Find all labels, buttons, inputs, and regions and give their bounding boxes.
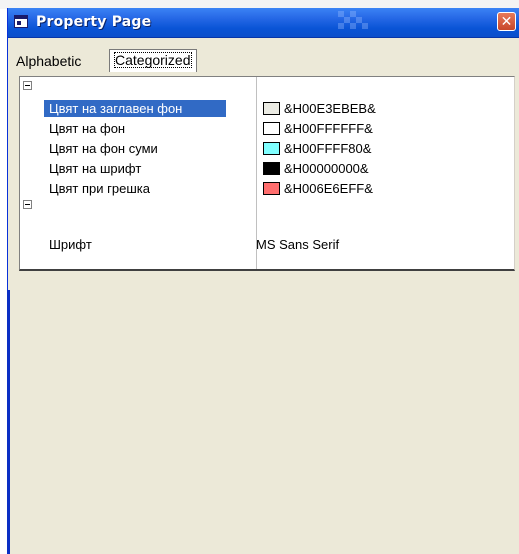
property-name: Цвят на шрифт bbox=[49, 161, 142, 176]
collapse-icon[interactable] bbox=[23, 200, 32, 209]
collapse-icon[interactable] bbox=[23, 81, 32, 90]
category-row-colors bbox=[20, 79, 514, 95]
tab-categorized-label: Categorized bbox=[114, 52, 192, 68]
property-row[interactable]: Цвят на шрифт &H00000000& bbox=[20, 159, 514, 177]
property-value[interactable]: &H00FFFFFF& bbox=[263, 120, 373, 137]
property-row-font[interactable]: Шрифт MS Sans Serif bbox=[20, 235, 514, 253]
title-bar-pattern bbox=[338, 11, 368, 29]
property-name: Цвят при грешка bbox=[49, 181, 150, 196]
color-swatch bbox=[263, 122, 280, 135]
close-button[interactable]: ✕ bbox=[497, 12, 516, 31]
property-value-text: &H00000000& bbox=[284, 161, 369, 176]
property-value[interactable]: &H00000000& bbox=[263, 160, 369, 177]
property-value-text: &H00E3EBEB& bbox=[284, 101, 376, 116]
property-name: Цвят на фон суми bbox=[49, 141, 158, 156]
property-value[interactable]: &H00E3EBEB& bbox=[263, 100, 376, 117]
category-row-font bbox=[20, 198, 514, 214]
tab-categorized[interactable]: Categorized bbox=[109, 49, 197, 72]
property-value-text: MS Sans Serif bbox=[256, 237, 340, 252]
color-swatch bbox=[263, 182, 280, 195]
close-icon: ✕ bbox=[500, 14, 513, 30]
property-page-icon bbox=[14, 15, 28, 28]
title-bar[interactable]: Property Page ✕ bbox=[8, 8, 519, 38]
tab-alphabetic[interactable]: Alphabetic bbox=[16, 51, 81, 71]
color-swatch bbox=[263, 102, 280, 115]
property-row[interactable]: Цвят на фон &H00FFFFFF& bbox=[20, 119, 514, 137]
property-row[interactable]: Цвят на фон суми &H00FFFF80& bbox=[20, 139, 514, 157]
property-grid: Цвят на заглавен фон &H00E3EBEB& Цвят на… bbox=[19, 76, 515, 271]
property-row[interactable]: Цвят при грешка &H006E6EFF& bbox=[20, 179, 514, 197]
property-page-window: Property Page ✕ Alphabetic Categorized Ц… bbox=[7, 8, 519, 554]
color-swatch bbox=[263, 142, 280, 155]
property-name: Цвят на заглавен фон bbox=[44, 100, 226, 117]
window-title: Property Page bbox=[36, 14, 152, 30]
property-value[interactable]: MS Sans Serif bbox=[256, 236, 339, 253]
property-value[interactable]: &H006E6EFF& bbox=[263, 180, 373, 197]
property-value-text: &H00FFFFFF& bbox=[284, 121, 373, 136]
empty-panel bbox=[19, 271, 515, 554]
property-value-text: &H00FFFF80& bbox=[284, 141, 372, 156]
property-name: Шрифт bbox=[49, 237, 92, 252]
property-name: Цвят на фон bbox=[49, 121, 126, 136]
color-swatch bbox=[263, 162, 280, 175]
view-tabs: Alphabetic Categorized bbox=[14, 49, 514, 73]
property-row[interactable]: Цвят на заглавен фон &H00E3EBEB& bbox=[20, 99, 514, 117]
window-left-border bbox=[7, 290, 10, 554]
property-value[interactable]: &H00FFFF80& bbox=[263, 140, 371, 157]
property-value-text: &H006E6EFF& bbox=[284, 181, 373, 196]
